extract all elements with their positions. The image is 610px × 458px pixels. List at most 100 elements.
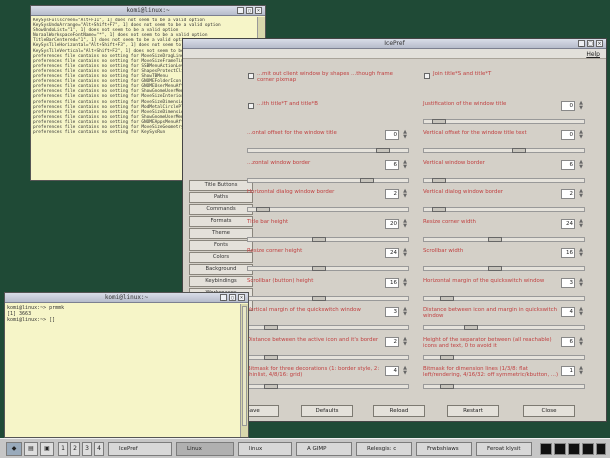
close-icon[interactable]: × — [238, 294, 245, 301]
slider-knob[interactable] — [432, 177, 446, 183]
setting-slider[interactable] — [247, 148, 409, 153]
show-desktop-icon[interactable]: ▣ — [40, 442, 54, 456]
spin-arrows-icon[interactable]: ▲ ▼ — [401, 248, 409, 258]
spin-arrows-icon[interactable]: ▲ ▼ — [577, 307, 585, 317]
slider-knob[interactable] — [432, 118, 446, 124]
terminal-titlebar[interactable]: komi@linux:~ _ ▢ × — [5, 293, 248, 303]
setting-slider[interactable] — [247, 207, 409, 212]
setting-value-input[interactable]: 4 — [561, 307, 575, 317]
tray-icon[interactable] — [540, 443, 552, 455]
spin-arrows-icon[interactable]: ▲ ▼ — [577, 159, 585, 170]
slider-knob[interactable] — [264, 384, 278, 389]
setting-value-input[interactable]: 6 — [385, 159, 399, 170]
setting-slider[interactable] — [423, 236, 585, 242]
task-button[interactable]: linux — [238, 442, 292, 456]
task-button[interactable]: Relesgis: c — [356, 442, 412, 456]
setting-value-input[interactable]: 3 — [385, 307, 399, 317]
setting-slider[interactable] — [247, 177, 409, 183]
spin-arrows-icon[interactable]: ▲ ▼ — [577, 100, 585, 111]
slider-knob[interactable] — [440, 384, 454, 389]
setting-value-input[interactable]: 20 — [385, 218, 399, 229]
slider-knob[interactable] — [256, 207, 270, 212]
spin-arrows-icon[interactable]: ▲ ▼ — [401, 130, 409, 140]
close-icon[interactable]: × — [596, 40, 603, 47]
setting-value-input[interactable]: 4 — [385, 366, 399, 376]
setting-slider[interactable] — [423, 354, 585, 360]
workspace-3[interactable]: 3 — [82, 442, 92, 456]
setting-slider[interactable] — [247, 266, 409, 271]
task-button[interactable]: Frwbshiaws — [416, 442, 472, 456]
setting-value-input[interactable]: 1 — [561, 366, 575, 376]
slider-knob[interactable] — [440, 295, 454, 301]
setting-value-input[interactable]: 16 — [561, 248, 575, 258]
workspace-1[interactable]: 1 — [58, 442, 68, 456]
setting-slider[interactable] — [423, 207, 585, 212]
spin-arrows-icon[interactable]: ▲ ▼ — [401, 307, 409, 317]
workspace-4[interactable]: 4 — [94, 442, 104, 456]
setting-slider[interactable] — [247, 295, 409, 301]
spin-arrows-icon[interactable]: ▲ ▼ — [577, 218, 585, 229]
slider-knob[interactable] — [464, 325, 478, 330]
setting-slider[interactable] — [423, 148, 585, 153]
spin-arrows-icon[interactable]: ▲ ▼ — [401, 159, 409, 170]
setting-value-input[interactable]: 2 — [385, 189, 399, 199]
slider-knob[interactable] — [264, 325, 278, 330]
setting-value-input[interactable]: 24 — [561, 218, 575, 229]
spin-arrows-icon[interactable]: ▲ ▼ — [577, 248, 585, 258]
setting-slider[interactable] — [247, 325, 409, 330]
tray-icon[interactable] — [568, 443, 580, 455]
scrollbar[interactable] — [240, 304, 248, 437]
setting-slider[interactable] — [423, 118, 585, 124]
slider-knob[interactable] — [432, 207, 446, 212]
spin-arrows-icon[interactable]: ▲ ▼ — [401, 277, 409, 288]
defaults-button[interactable]: Defaults — [301, 405, 353, 417]
icepref-titlebar[interactable]: IcePref _ ▢ × — [183, 39, 606, 49]
tray-icon[interactable] — [582, 443, 594, 455]
setting-checkbox[interactable] — [424, 73, 430, 79]
maximize-icon[interactable]: ▢ — [229, 294, 236, 301]
spin-arrows-icon[interactable]: ▲ ▼ — [577, 277, 585, 288]
scrollbar-thumb[interactable] — [242, 306, 247, 426]
setting-checkbox[interactable] — [248, 102, 254, 109]
terminal-output[interactable]: komi@linux:~> prmmk [1] 3663 komi@linux:~>… — [7, 305, 238, 435]
task-button[interactable]: Feroat klysit — [476, 442, 532, 456]
maximize-icon[interactable]: ▢ — [246, 7, 253, 14]
setting-slider[interactable] — [423, 295, 585, 301]
tray-icon[interactable] — [554, 443, 566, 455]
setting-value-input[interactable]: 0 — [561, 130, 575, 140]
restart-button[interactable]: Restart — [447, 405, 499, 417]
terminal-window-shell[interactable]: komi@linux:~ _ ▢ × komi@linux:~> prmmk [1] … — [4, 292, 249, 438]
task-button[interactable]: IcePref — [108, 442, 172, 456]
setting-slider[interactable] — [247, 354, 409, 360]
slider-knob[interactable] — [312, 266, 326, 271]
spin-arrows-icon[interactable]: ▲ ▼ — [577, 366, 585, 376]
slider-knob[interactable] — [440, 354, 454, 360]
slider-knob[interactable] — [264, 354, 278, 360]
setting-slider[interactable] — [423, 384, 585, 389]
setting-value-input[interactable]: 24 — [385, 248, 399, 258]
setting-slider[interactable] — [423, 177, 585, 183]
spin-arrows-icon[interactable]: ▲ ▼ — [401, 366, 409, 376]
slider-knob[interactable] — [360, 177, 374, 183]
window-list-icon[interactable]: ▤ — [24, 442, 38, 456]
setting-value-input[interactable]: 0 — [385, 130, 399, 140]
maximize-icon[interactable]: ▢ — [587, 40, 594, 47]
setting-value-input[interactable]: 2 — [561, 189, 575, 199]
slider-knob[interactable] — [512, 148, 526, 153]
start-menu-icon[interactable]: ◆ — [6, 442, 22, 456]
slider-knob[interactable] — [376, 148, 390, 153]
close-button[interactable]: Close — [523, 405, 575, 417]
slider-knob[interactable] — [488, 236, 502, 242]
minimize-icon[interactable]: _ — [578, 40, 585, 47]
slider-knob[interactable] — [312, 236, 326, 242]
task-button[interactable]: A GIMP — [296, 442, 352, 456]
setting-value-input[interactable]: 2 — [385, 336, 399, 347]
setting-value-input[interactable]: 3 — [561, 277, 575, 288]
setting-value-input[interactable]: 16 — [385, 277, 399, 288]
workspace-2[interactable]: 2 — [70, 442, 80, 456]
spin-arrows-icon[interactable]: ▲ ▼ — [577, 189, 585, 199]
spin-arrows-icon[interactable]: ▲ ▼ — [401, 218, 409, 229]
task-button[interactable]: Linux — [176, 442, 234, 456]
setting-slider[interactable] — [423, 266, 585, 271]
tray-icon[interactable] — [596, 443, 606, 455]
